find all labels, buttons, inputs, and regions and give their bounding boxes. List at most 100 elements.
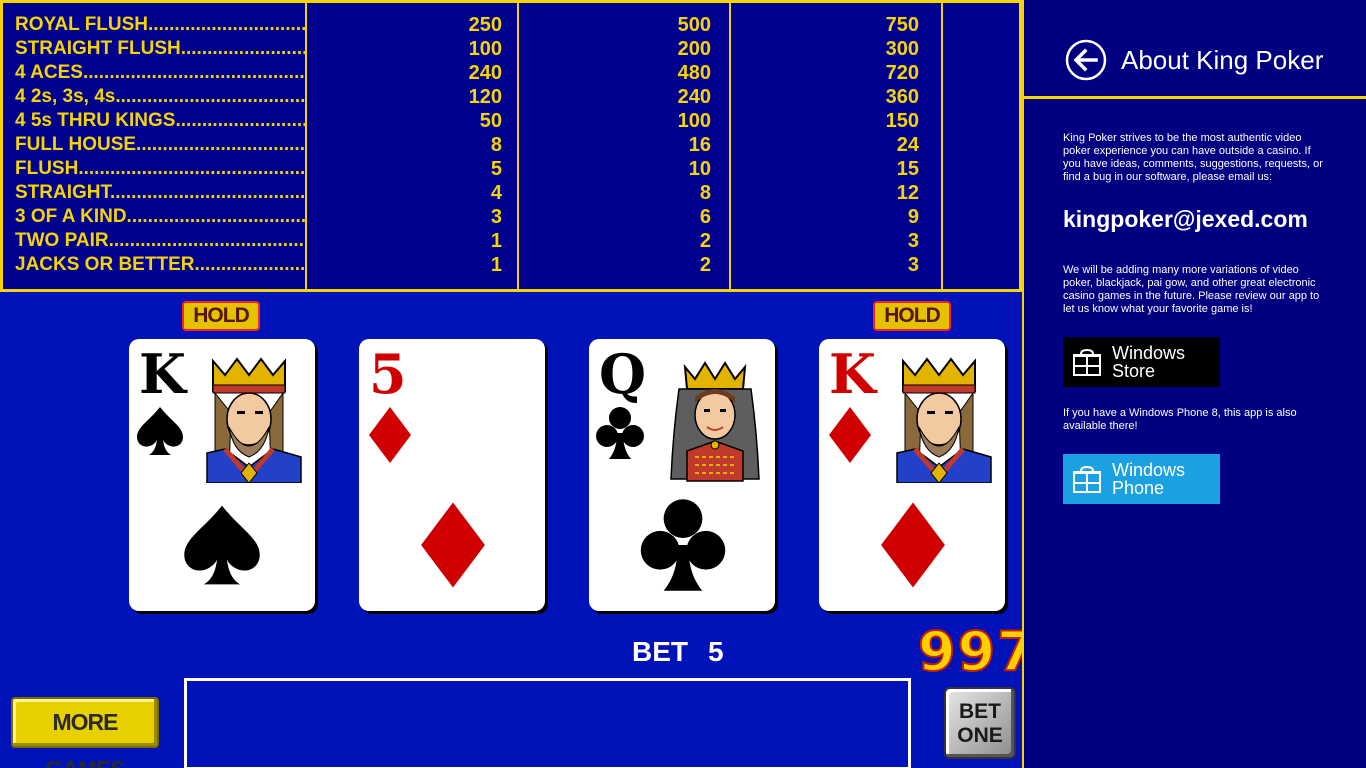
paytable-hand-name: STRAIGHT FLUSH..........................…	[15, 37, 307, 61]
bet-one-label-line2: ONE	[957, 724, 1003, 747]
windows-store-badge[interactable]: Windows Store	[1063, 337, 1220, 387]
payout-value: 200	[677, 38, 711, 60]
payout-value: 300	[885, 38, 919, 60]
payout-value: 360	[885, 86, 919, 108]
about-panel: About King Poker King Poker strives to b…	[1022, 0, 1366, 768]
leader-dots: ........................................…	[180, 38, 307, 59]
bet-label: BET	[632, 636, 688, 667]
paytable-divider	[517, 0, 519, 292]
card-rank: K	[829, 342, 876, 406]
card-1[interactable]: K	[129, 339, 315, 611]
king-face-icon	[896, 357, 992, 483]
payout-value: 8	[490, 134, 502, 156]
back-arrow-icon[interactable]	[1065, 39, 1107, 81]
payout-value: 240	[677, 86, 711, 108]
payout-value: 3	[907, 254, 919, 276]
payout-value: 5	[490, 158, 502, 180]
payout-value: 3	[907, 230, 919, 252]
hand-label: FULL HOUSE	[15, 134, 137, 155]
paytable-hand-name: FULL HOUSE..............................…	[15, 133, 307, 157]
leader-dots: ........................................…	[82, 62, 307, 83]
paytable-hand-name: 4 ACES..................................…	[15, 61, 307, 85]
diamond-icon	[881, 502, 945, 588]
payout-value: 1	[490, 230, 502, 252]
panel-title: About King Poker	[1121, 45, 1324, 75]
card-rank: K	[139, 342, 186, 406]
payout-value: 100	[468, 38, 502, 60]
paytable-border-left	[0, 0, 3, 292]
payout-value: 10	[688, 158, 711, 180]
paytable-divider	[729, 0, 731, 292]
phone-availability-text: If you have a Windows Phone 8, this app …	[1063, 407, 1297, 432]
paytable-hand-name: 3 OF A KIND.............................…	[15, 205, 307, 229]
payout-value: 500	[677, 14, 711, 36]
phone-badge-line1: Windows	[1112, 460, 1186, 480]
payout-value: 12	[896, 182, 919, 204]
spade-icon	[184, 505, 260, 585]
phone-badge-line2: Phone	[1112, 478, 1165, 498]
bet-one-button[interactable]: BET ONE	[944, 687, 1016, 759]
payout-value: 750	[885, 14, 919, 36]
leader-dots: ........................................…	[108, 230, 307, 251]
club-icon	[596, 407, 644, 459]
payout-value: 720	[885, 62, 919, 84]
leader-dots: ........................................…	[115, 86, 307, 107]
windows-phone-badge[interactable]: Windows Phone	[1063, 454, 1220, 504]
store-badge-text: Windows Store	[1112, 344, 1185, 380]
payout-value: 9	[907, 206, 919, 228]
hand-label: 4 ACES	[15, 62, 83, 83]
payout-value: 50	[479, 110, 502, 132]
leader-dots: ........................................…	[110, 182, 307, 203]
store-badge-line1: Windows	[1112, 343, 1186, 363]
payout-value: 120	[468, 86, 502, 108]
leader-dots: ........................................…	[194, 254, 307, 275]
payout-value: 16	[688, 134, 711, 156]
payout-value: 150	[885, 110, 919, 132]
bet-one-label-line1: BET	[959, 700, 1001, 723]
payout-value: 8	[699, 182, 711, 204]
spade-icon	[137, 407, 183, 455]
payout-value: 2	[699, 230, 711, 252]
payout-value: 100	[677, 110, 711, 132]
paytable-hand-name: JACKS OR BETTER.........................…	[15, 253, 307, 277]
leader-dots: ........................................…	[175, 110, 307, 131]
hold-indicator-card-1: HOLD	[182, 301, 260, 331]
payout-value: 240	[468, 62, 502, 84]
more-games-button[interactable]: MORE GAMES	[11, 697, 159, 768]
windows-logo-icon	[1073, 348, 1101, 376]
paytable-hand-name: 4 5s THRU KINGS.........................…	[15, 109, 307, 133]
hand-label: STRAIGHT	[15, 182, 110, 203]
hand-label: 3 OF A KIND	[15, 206, 127, 227]
payout-value: 15	[896, 158, 919, 180]
paytable-hand-name: TWO PAIR................................…	[15, 229, 307, 253]
payout-value: 4	[490, 182, 502, 204]
paytable-border-bottom	[0, 289, 1022, 292]
message-box	[184, 678, 911, 768]
payout-value: 3	[490, 206, 502, 228]
game-area: ROYAL FLUSH.............................…	[0, 0, 1022, 768]
panel-divider	[1022, 96, 1366, 99]
diamond-icon	[421, 502, 485, 588]
queen-face-icon	[670, 361, 760, 482]
card-4[interactable]: K	[819, 339, 1005, 611]
bet-amount: 5	[708, 636, 724, 667]
paytable-hand-name: 4 2s, 3s, 4s............................…	[15, 85, 307, 109]
diamond-icon	[369, 407, 411, 463]
leader-dots: ........................................…	[148, 14, 307, 35]
payout-value: 6	[699, 206, 711, 228]
hand-label: 4 5s THRU KINGS	[15, 110, 176, 131]
card-3[interactable]: Q	[589, 339, 775, 611]
diamond-icon	[829, 407, 871, 463]
contact-email[interactable]: kingpoker@jexed.com	[1063, 204, 1308, 234]
paytable-hand-name: STRAIGHT................................…	[15, 181, 307, 205]
card-2[interactable]: 5	[359, 339, 545, 611]
hand-label: STRAIGHT FLUSH	[15, 38, 181, 59]
payout-value: 480	[677, 62, 711, 84]
intro-text: King Poker strives to be the most authen…	[1063, 132, 1323, 183]
card-rank: Q	[599, 342, 647, 406]
hand-label: JACKS OR BETTER	[15, 254, 195, 275]
payout-value: 2	[699, 254, 711, 276]
panel-border	[1022, 0, 1024, 768]
future-games-text: We will be adding many more variations o…	[1063, 264, 1320, 315]
paytable-divider	[941, 0, 943, 292]
